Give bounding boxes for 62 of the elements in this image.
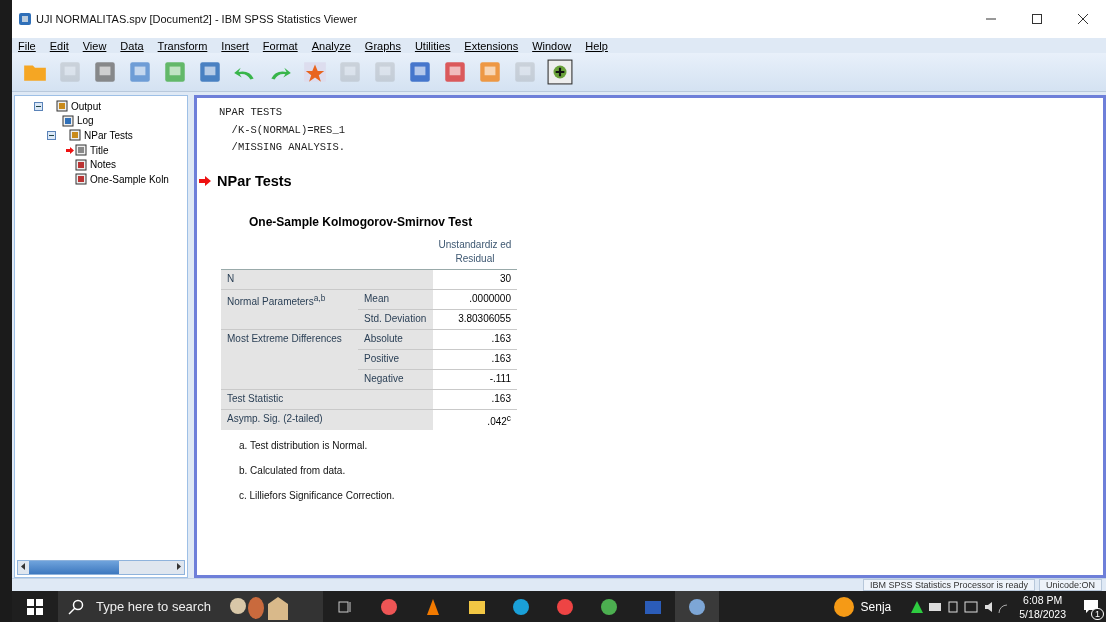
- search-field[interactable]: Type here to search: [94, 598, 218, 615]
- horizontal-scrollbar[interactable]: [17, 560, 185, 575]
- menu-item[interactable]: Insert: [215, 39, 257, 52]
- task-view-icon: [338, 599, 352, 614]
- arrow-icon: [66, 146, 74, 154]
- menu-item[interactable]: Utilities: [408, 39, 459, 52]
- search-icon: [68, 598, 84, 615]
- arrow-icon: [199, 175, 211, 186]
- menu-item[interactable]: File: [12, 39, 44, 52]
- row-header: Most Extreme Differences: [221, 328, 358, 389]
- outline-item[interactable]: Output: [71, 100, 102, 112]
- outline-item[interactable]: NPar Tests: [84, 130, 133, 141]
- menu-item[interactable]: Analyze: [305, 39, 359, 52]
- row-subheader: Negative: [358, 368, 433, 389]
- app-icon: [18, 12, 32, 26]
- star-grid-icon[interactable]: [302, 59, 328, 85]
- menu-item[interactable]: Edit: [43, 39, 77, 52]
- menu-item[interactable]: View: [76, 39, 115, 52]
- column-header: Unstandardiz ed Residual: [437, 237, 513, 266]
- menu-item[interactable]: Extensions: [458, 39, 527, 52]
- menu-item[interactable]: Transform: [151, 39, 216, 52]
- clock-time: 6:08 PM: [1023, 592, 1063, 607]
- row-header: Asymp. Sig. (2-tailed): [221, 408, 433, 430]
- status-text: IBM SPSS Statistics Processor is ready: [862, 579, 1035, 591]
- outline-item[interactable]: Log: [77, 115, 94, 127]
- collapse-icon[interactable]: [34, 101, 43, 111]
- notification-icon[interactable]: [1083, 598, 1099, 615]
- clock-date: 5/18/2023: [1019, 606, 1066, 621]
- menu-item[interactable]: Format: [256, 39, 306, 52]
- section-heading: NPar Tests: [217, 172, 292, 189]
- sun-icon: [832, 595, 855, 618]
- menu-item[interactable]: Graphs: [358, 39, 409, 52]
- row-subheader: Mean: [358, 288, 433, 309]
- row-subheader: Positive: [358, 348, 433, 369]
- menu-item[interactable]: Help: [579, 39, 616, 52]
- table-title: One-Sample Kolmogorov-Smirnov Test: [249, 214, 474, 229]
- close-icon: [1078, 14, 1088, 24]
- status-text: Unicode:ON: [1038, 579, 1102, 591]
- footnote: a. Test distribution is Normal.: [239, 438, 369, 453]
- syntax-line: NPAR TESTS: [219, 105, 283, 120]
- outline-item[interactable]: Title: [90, 144, 109, 156]
- outline-item[interactable]: Notes: [90, 159, 117, 171]
- maximize-icon: [1032, 14, 1042, 24]
- taskbar-app[interactable]: [675, 591, 719, 622]
- row-header: N: [221, 268, 433, 289]
- row-subheader: Std. Deviation: [358, 308, 433, 329]
- tray-icons-drawing[interactable]: [909, 598, 1010, 615]
- row-header: Normal Parameters$^{a,b}$: [221, 288, 358, 329]
- syntax-line: /K-S(NORMAL)=RES_1: [230, 122, 347, 138]
- search-bar[interactable]: Type here to search: [58, 591, 323, 622]
- windows-start-icon[interactable]: [27, 598, 43, 615]
- window-title: UJI NORMALITAS.spv [Document2] - IBM SPSS Statistics Viewer: [36, 13, 359, 25]
- footnote: c. Lilliefors Significance Correction.: [239, 488, 396, 503]
- row-subheader: Absolute: [358, 328, 433, 349]
- menu-item[interactable]: Data: [114, 39, 152, 52]
- menu-item[interactable]: Window: [526, 39, 580, 52]
- syntax-line: /MISSING ANALYSIS.: [230, 140, 347, 155]
- row-header: Test Statistic: [221, 388, 433, 409]
- weather-text: Senja: [860, 599, 892, 614]
- outline-item[interactable]: One-Sample Koln: [90, 173, 169, 185]
- footnote: b. Calculated from data.: [239, 463, 347, 478]
- collapse-icon[interactable]: [47, 131, 56, 140]
